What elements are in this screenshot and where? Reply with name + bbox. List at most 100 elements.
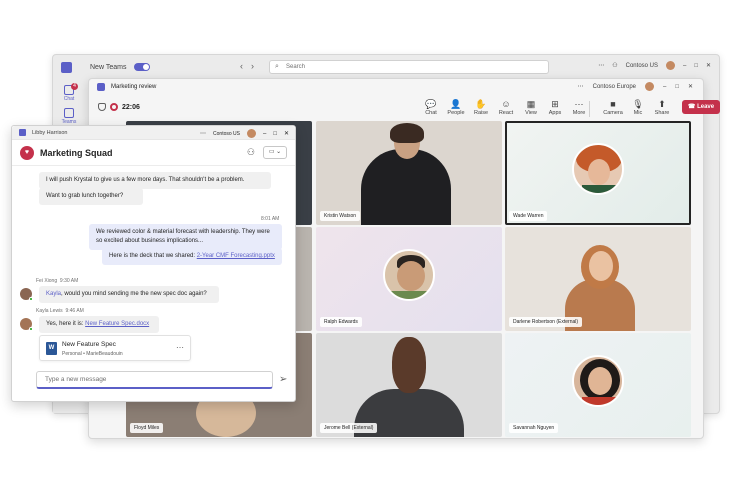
forward-arrow-icon[interactable]: ›	[251, 61, 262, 71]
meeting-toolbar: 22:06 💬 Chat 👤 People ✋ Raise ☺ React ▦ View …	[89, 95, 720, 121]
compose-message-input[interactable]: Type a new message	[36, 371, 273, 389]
video-tile[interactable]: Darlene Robertson (External)	[505, 227, 691, 331]
tool-chat[interactable]: 💬 Chat	[419, 99, 443, 116]
toolbar-divider	[589, 101, 590, 117]
send-icon[interactable]: ➢	[279, 374, 287, 385]
rail-item-chat[interactable]: 4 Chat	[53, 83, 85, 102]
sender-name: Kayla Lewis	[36, 308, 63, 314]
file-link[interactable]: 2-Year CMF Forecasting.pptx	[197, 253, 275, 259]
minimize-icon[interactable]: –	[683, 63, 686, 69]
meeting-title: Marketing review	[111, 84, 157, 90]
message-bubble: Yes, here it is: New Feature Spec.docx	[39, 316, 159, 333]
message-bubble: Kayla, would you mind sending me the new…	[39, 286, 219, 303]
share-icon: ⬆	[658, 99, 666, 109]
meeting-titlebar-right: ⋯ Contoso Europe – □ ✕	[578, 82, 693, 91]
rail-item-teams[interactable]: Teams	[53, 108, 85, 125]
tool-label: Mic	[633, 110, 643, 116]
maximize-icon[interactable]: □	[675, 84, 679, 90]
teams-logo-icon	[97, 83, 105, 91]
video-tile[interactable]: Jerome Bell (External)	[316, 333, 502, 437]
people-icon[interactable]: ⚇	[247, 147, 255, 158]
user-avatar[interactable]	[247, 129, 256, 138]
participant-avatar	[383, 249, 435, 301]
maximize-icon[interactable]: □	[273, 131, 277, 137]
tool-label: Share	[654, 110, 670, 116]
leave-button[interactable]: ☎ Leave	[682, 100, 720, 114]
participant-avatar	[572, 355, 624, 407]
org-name: Contoso US	[625, 62, 658, 69]
raise-hand-icon: ✋	[475, 99, 487, 109]
new-teams-label: New Teams	[90, 63, 127, 71]
video-feed-face	[392, 337, 426, 393]
video-tile[interactable]: Ralph Edwards	[316, 227, 502, 331]
chat-header: ♥ Marketing Squad ⚇ ▭ ⌄	[12, 140, 295, 166]
file-link[interactable]: New Feature Spec.docx	[85, 321, 149, 327]
presence-icon	[29, 297, 33, 301]
teams-icon	[64, 108, 74, 118]
teams-titlebar-right: ⋯ ⚇ Contoso US – □ ✕	[598, 61, 711, 70]
tool-label: Apps	[548, 110, 562, 116]
video-tile[interactable]: Kristin Watson	[316, 121, 502, 225]
tool-people[interactable]: 👤 People	[444, 99, 468, 116]
message-bubble: I will push Krystal to give us a few mor…	[39, 172, 271, 189]
timer-text: 22:06	[122, 103, 140, 111]
chat-badge: 4	[71, 83, 78, 90]
more-options-icon[interactable]: ⋯	[598, 62, 604, 69]
video-feed	[361, 149, 451, 225]
mention[interactable]: Kayla	[46, 291, 61, 297]
compose-placeholder: Type a new message	[45, 376, 107, 383]
minimize-icon[interactable]: –	[263, 131, 266, 137]
people-icon: 👤	[450, 99, 462, 109]
tool-raise[interactable]: ✋ Raise	[469, 99, 493, 116]
tool-label: People	[447, 110, 465, 116]
sender-avatar[interactable]	[20, 288, 33, 301]
sender-name: Fei Xiong	[36, 278, 58, 284]
more-options-icon[interactable]: ⋯	[578, 83, 584, 90]
participant-name: Jerome Bell (External)	[320, 423, 378, 433]
video-tile-active-speaker[interactable]: Wade Warren	[505, 121, 691, 225]
new-teams-toggle[interactable]	[134, 63, 151, 71]
close-icon[interactable]: ✕	[706, 62, 711, 69]
nav-arrows[interactable]: ‹›	[240, 61, 262, 71]
participant-name: Floyd Miles	[130, 423, 164, 433]
tool-react[interactable]: ☺ React	[494, 99, 518, 116]
more-options-icon[interactable]: ⋯	[176, 343, 184, 352]
close-icon[interactable]: ✕	[284, 130, 289, 137]
message-text: Here is the deck that we shared:	[109, 253, 196, 259]
participant-name: Ralph Edwards	[320, 317, 362, 327]
view-icon: ▦	[526, 99, 536, 109]
tool-camera[interactable]: ■ Camera	[601, 99, 625, 116]
sender-avatar[interactable]	[20, 318, 33, 331]
teams-logo-icon	[19, 129, 26, 136]
close-icon[interactable]: ✕	[688, 83, 693, 90]
presence-icon	[29, 327, 33, 331]
maximize-icon[interactable]: □	[694, 63, 698, 69]
tool-more[interactable]: ⋯ More	[567, 99, 591, 116]
chat-popout-window: Libby Harrison ⋯ Contoso US – □ ✕ ♥ Mark…	[11, 125, 296, 402]
video-feed-face	[589, 251, 613, 281]
user-avatar[interactable]	[645, 82, 654, 91]
camera-icon: ■	[610, 99, 616, 109]
more-icon: ⋯	[574, 99, 584, 109]
chat-titlebar-right: ⋯ Contoso US – □ ✕	[200, 129, 289, 138]
tool-label: React	[498, 110, 514, 116]
people-settings-icon[interactable]: ⚇	[612, 62, 617, 69]
recording-icon	[110, 103, 118, 111]
search-input[interactable]: ⌕ Search	[269, 60, 549, 74]
chat-icon: 💬	[425, 99, 437, 109]
search-placeholder: Search	[286, 64, 306, 70]
back-arrow-icon[interactable]: ‹	[240, 61, 251, 71]
file-attachment-card[interactable]: W New Feature Spec Personal • MarieBeaud…	[39, 335, 191, 361]
tool-apps[interactable]: ⊞ Apps	[543, 99, 567, 116]
mic-icon: 🎙	[632, 99, 644, 109]
video-call-button[interactable]: ▭ ⌄	[263, 146, 287, 159]
minimize-icon[interactable]: –	[663, 84, 666, 90]
video-tile[interactable]: Savannah Nguyen	[505, 333, 691, 437]
tool-view[interactable]: ▦ View	[519, 99, 543, 116]
phone-hangup-icon: ☎	[687, 104, 698, 110]
tool-label: Camera	[603, 110, 623, 116]
more-options-icon[interactable]: ⋯	[200, 130, 206, 137]
tool-mic[interactable]: 🎙 Mic	[626, 99, 650, 116]
tool-share[interactable]: ⬆ Share	[650, 99, 674, 116]
user-avatar[interactable]	[666, 61, 675, 70]
